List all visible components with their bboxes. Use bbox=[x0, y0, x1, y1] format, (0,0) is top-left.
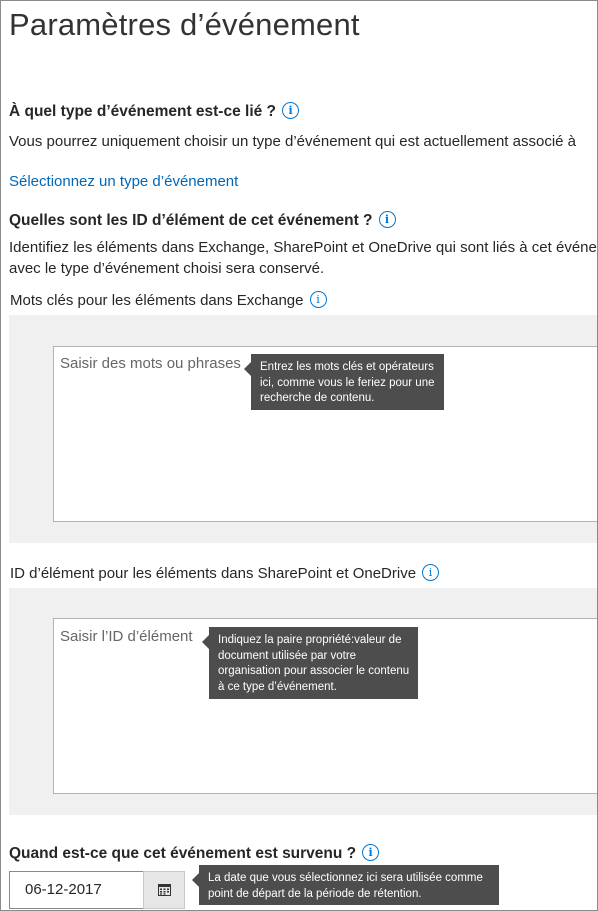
sharepoint-id-label-text: ID d’élément pour les éléments dans Shar… bbox=[10, 565, 417, 582]
tooltip-line: ici, comme vous le feriez pour une bbox=[260, 376, 435, 389]
tooltip-line: Entrez les mots clés et opérateurs bbox=[260, 361, 434, 373]
page-title: Paramètres d’événement bbox=[9, 7, 360, 42]
item-ids-heading: Quelles sont les ID d’élément de cet évé… bbox=[9, 211, 396, 230]
event-date-input[interactable]: 06-12-2017 bbox=[9, 871, 144, 909]
info-icon[interactable]: i bbox=[309, 291, 327, 308]
event-settings-panel: Paramètres d’événement À quel type d’évé… bbox=[0, 0, 598, 911]
exchange-keywords-label: Mots clés pour les éléments dans Exchang… bbox=[10, 291, 327, 309]
info-icon[interactable]: i bbox=[362, 844, 380, 861]
item-ids-description-line2: avec le type d’événement choisi sera con… bbox=[9, 260, 325, 277]
event-date-heading-text: Quand est-ce que cet événement est surve… bbox=[9, 845, 357, 862]
item-ids-heading-text: Quelles sont les ID d’élément de cet évé… bbox=[9, 212, 373, 229]
date-picker-button[interactable] bbox=[143, 871, 185, 909]
tooltip-line: recherche de contenu. bbox=[260, 392, 375, 404]
event-type-heading-text: À quel type d’événement est-ce lié ? bbox=[9, 103, 277, 120]
tooltip-line: La date que vous sélectionnez ici sera u… bbox=[208, 872, 483, 884]
event-type-heading: À quel type d’événement est-ce lié ? i bbox=[9, 102, 300, 121]
tooltip-line: organisation pour associer le contenu bbox=[218, 665, 410, 677]
select-event-type-link[interactable]: Sélectionnez un type d’événement bbox=[9, 173, 238, 190]
tooltip-line: document utilisée par votre bbox=[218, 649, 357, 662]
event-date-tooltip: La date que vous sélectionnez ici sera u… bbox=[192, 865, 499, 905]
sharepoint-id-tooltip: Indiquez la paire propriété:valeur de do… bbox=[202, 627, 418, 699]
tooltip-line: Indiquez la paire propriété:valeur de bbox=[218, 634, 402, 646]
info-icon[interactable]: i bbox=[282, 102, 300, 119]
tooltip-line: point de départ de la période de rétenti… bbox=[208, 887, 422, 900]
info-icon[interactable]: i bbox=[378, 211, 396, 228]
exchange-keywords-tooltip: Entrez les mots clés et opérateurs ici, … bbox=[244, 354, 444, 410]
calendar-icon bbox=[158, 884, 171, 896]
tooltip-line: à ce type d’événement. bbox=[218, 680, 337, 693]
sharepoint-id-label: ID d’élément pour les éléments dans Shar… bbox=[10, 564, 440, 582]
info-icon[interactable]: i bbox=[422, 564, 440, 581]
exchange-keywords-placeholder: Saisir des mots ou phrases bbox=[60, 355, 241, 372]
exchange-keywords-label-text: Mots clés pour les éléments dans Exchang… bbox=[10, 292, 304, 309]
item-ids-description-line1: Identifiez les éléments dans Exchange, S… bbox=[9, 239, 597, 256]
sharepoint-id-placeholder: Saisir l’ID d’élément bbox=[60, 628, 193, 645]
event-date-heading: Quand est-ce que cet événement est surve… bbox=[9, 844, 380, 863]
event-type-description: Vous pourrez uniquement choisir un type … bbox=[9, 133, 577, 150]
